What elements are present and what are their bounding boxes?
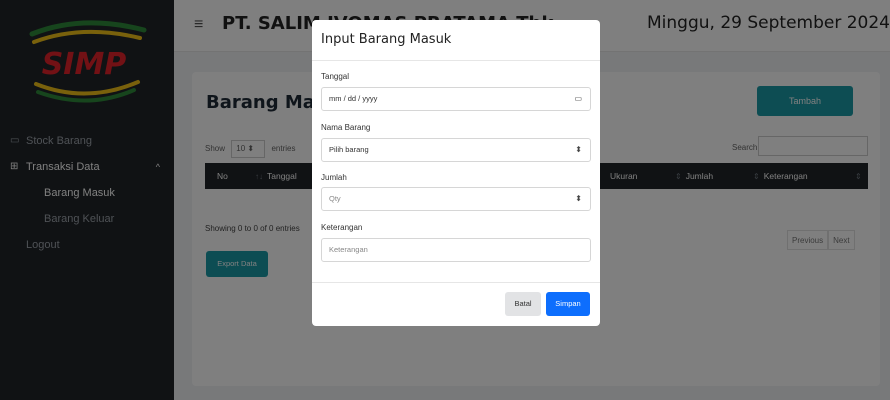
jumlah-label: Jumlah	[321, 173, 347, 182]
keterangan-placeholder: Keterangan	[329, 245, 368, 254]
tanggal-label: Tanggal	[321, 72, 350, 81]
select-arrows-icon: ⬍	[575, 145, 582, 154]
modal-divider	[312, 282, 600, 283]
nama-barang-label: Nama Barang	[321, 123, 371, 132]
cancel-button[interactable]: Batal	[505, 292, 541, 316]
modal-title: Input Barang Masuk	[321, 32, 452, 47]
modal-divider	[312, 60, 600, 61]
keterangan-label: Keterangan	[321, 223, 363, 232]
nama-barang-select[interactable]: Pilih barang ⬍	[321, 138, 591, 162]
nama-barang-value: Pilih barang	[329, 145, 369, 154]
stepper-icon[interactable]: ⬍	[575, 188, 582, 210]
keterangan-input[interactable]: Keterangan	[321, 238, 591, 262]
calendar-icon[interactable]: ▭	[574, 88, 582, 110]
tanggal-date-input[interactable]: mm / dd / yyyy ▭	[321, 87, 591, 111]
save-button[interactable]: Simpan	[546, 292, 590, 316]
input-barang-masuk-modal: Input Barang Masuk Tanggal mm / dd / yyy…	[312, 20, 600, 326]
jumlah-placeholder: Qty	[329, 194, 341, 203]
jumlah-number-input[interactable]: Qty ⬍	[321, 187, 591, 211]
tanggal-placeholder: mm / dd / yyyy	[329, 94, 378, 103]
